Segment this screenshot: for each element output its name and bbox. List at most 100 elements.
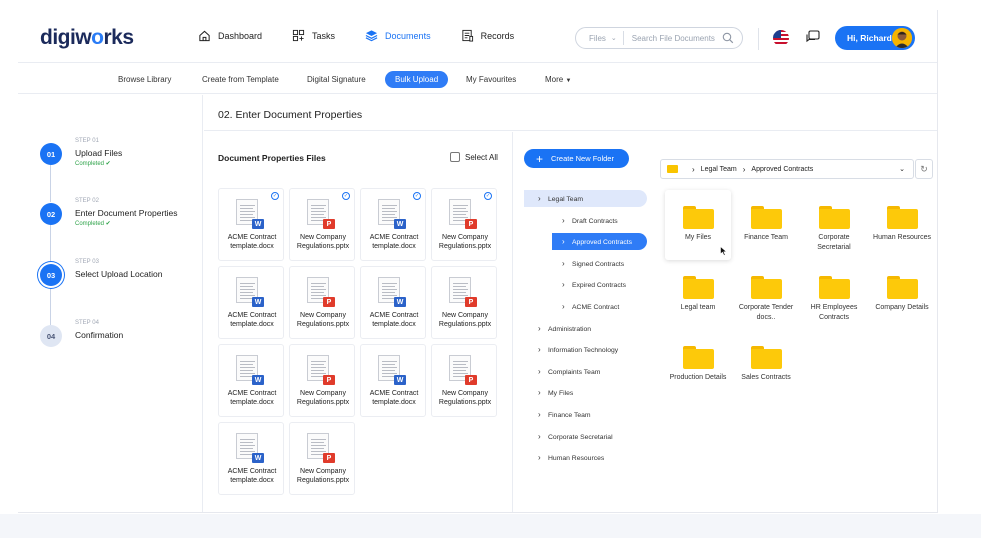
folder-tile[interactable]: Corporate Secretarial bbox=[801, 190, 867, 260]
tree-item[interactable]: › Draft Contracts bbox=[552, 212, 647, 229]
tree-item[interactable]: › Information Technology bbox=[524, 341, 647, 358]
check-circle-icon[interactable]: ✓ bbox=[342, 192, 350, 200]
word-icon: W bbox=[252, 453, 264, 463]
file-name: ACME Contract template.docx bbox=[369, 312, 419, 328]
folder-icon bbox=[683, 346, 714, 369]
chevron-right-icon: › bbox=[538, 431, 541, 441]
step-label: STEP 04 bbox=[75, 320, 99, 326]
folder-icon bbox=[887, 276, 918, 299]
file-name: New Company Regulations.pptx bbox=[438, 234, 492, 250]
tab-digital-signature[interactable]: Digital Signature bbox=[307, 71, 366, 88]
word-icon: W bbox=[252, 219, 264, 229]
powerpoint-icon: P bbox=[323, 375, 335, 385]
tab-browse-library[interactable]: Browse Library bbox=[118, 71, 171, 88]
tree-item[interactable]: › Complaints Team bbox=[524, 363, 647, 380]
page-title: 02. Enter Document Properties bbox=[218, 109, 363, 121]
folder-tile[interactable]: Finance Team bbox=[733, 190, 799, 260]
main-nav: Dashboard Tasks Documents Records bbox=[198, 29, 544, 42]
folder-icon bbox=[887, 206, 918, 229]
folder-tile[interactable]: Sales Contracts bbox=[733, 330, 799, 400]
file-name: ACME Contract template.docx bbox=[369, 234, 419, 250]
step-label: STEP 03 bbox=[75, 259, 99, 265]
layers-icon bbox=[365, 30, 378, 42]
file-card[interactable]: W ACME Contract template.docx bbox=[218, 266, 284, 339]
tree-item[interactable]: › My Files bbox=[524, 384, 647, 401]
breadcrumb-item[interactable]: Approved Contracts bbox=[751, 166, 813, 173]
file-card[interactable]: W ACME Contract template.docx bbox=[360, 344, 426, 417]
folder-tree: + Create New Folder › Legal Team › Draft Con… bbox=[514, 132, 647, 512]
tab-bulk-upload[interactable]: Bulk Upload bbox=[385, 71, 449, 88]
us-flag-icon[interactable] bbox=[773, 30, 789, 46]
step-connector bbox=[50, 224, 51, 264]
file-card[interactable]: P New Company Regulations.pptx bbox=[289, 344, 355, 417]
nav-tasks[interactable]: Tasks bbox=[292, 29, 335, 42]
folder-tile[interactable]: Production Details bbox=[665, 330, 731, 400]
breadcrumb-item[interactable]: Legal Team bbox=[701, 166, 737, 173]
powerpoint-icon: P bbox=[465, 297, 477, 307]
tree-item[interactable]: › Finance Team bbox=[524, 406, 647, 423]
file-card[interactable]: P ✓ New Company Regulations.pptx bbox=[431, 188, 497, 261]
check-circle-icon[interactable]: ✓ bbox=[484, 192, 492, 200]
folder-name: Human Resources bbox=[873, 234, 931, 241]
folder-tile[interactable]: Legal team bbox=[665, 260, 731, 330]
check-circle-icon[interactable]: ✓ bbox=[413, 192, 421, 200]
divider bbox=[758, 28, 759, 50]
tree-item[interactable]: › Corporate Secretarial bbox=[524, 428, 647, 445]
tab-create-from-template[interactable]: Create from Template bbox=[202, 71, 279, 88]
search-icon[interactable] bbox=[722, 32, 734, 44]
step-connector bbox=[50, 286, 51, 325]
nav-documents[interactable]: Documents bbox=[365, 29, 431, 42]
powerpoint-icon: P bbox=[465, 375, 477, 385]
file-card[interactable]: P New Company Regulations.pptx bbox=[431, 344, 497, 417]
folder-icon bbox=[819, 276, 850, 299]
refresh-button[interactable]: ↻ bbox=[915, 159, 933, 179]
file-card[interactable]: W ACME Contract template.docx bbox=[218, 422, 284, 495]
checkbox[interactable] bbox=[450, 152, 460, 162]
folder-name: My Files bbox=[684, 234, 712, 241]
nav-dashboard[interactable]: Dashboard bbox=[198, 29, 262, 42]
file-card[interactable]: W ✓ ACME Contract template.docx bbox=[218, 188, 284, 261]
folder-tile[interactable]: Company Details bbox=[869, 260, 935, 330]
file-name: New Company Regulations.pptx bbox=[438, 312, 492, 328]
word-icon: W bbox=[252, 297, 264, 307]
file-type-select[interactable]: Files ⌄ bbox=[576, 31, 624, 45]
folder-tile[interactable]: Corporate Tender docs.. bbox=[733, 260, 799, 330]
tree-item[interactable]: › Administration bbox=[524, 320, 647, 337]
page-footer-bg bbox=[0, 514, 981, 538]
records-icon bbox=[461, 29, 473, 42]
nav-records[interactable]: Records bbox=[461, 29, 514, 42]
tree-item[interactable]: › Signed Contracts bbox=[552, 255, 647, 272]
file-card[interactable]: P New Company Regulations.pptx bbox=[431, 266, 497, 339]
user-menu-button[interactable]: Hi, Richard bbox=[835, 26, 915, 50]
check-circle-icon[interactable]: ✓ bbox=[271, 192, 279, 200]
file-card[interactable]: W ACME Contract template.docx bbox=[360, 266, 426, 339]
tab-my-favourites[interactable]: My Favourites bbox=[466, 71, 516, 88]
tree-item[interactable]: › Approved Contracts bbox=[552, 233, 647, 251]
location-breadcrumb[interactable]: › Legal Team › Approved Contracts ⌄ bbox=[660, 159, 914, 179]
select-all-checkbox[interactable]: Select All bbox=[450, 152, 498, 162]
top-nav: digiworks Dashboard Tasks Documents Reco… bbox=[18, 10, 937, 63]
step-label: STEP 02 bbox=[75, 198, 99, 204]
logo[interactable]: digiworks bbox=[40, 26, 134, 50]
file-card[interactable]: P New Company Regulations.pptx bbox=[289, 422, 355, 495]
file-card[interactable]: P New Company Regulations.pptx bbox=[289, 266, 355, 339]
chevron-right-icon: › bbox=[538, 194, 541, 203]
tree-item[interactable]: › ACME Contract bbox=[552, 298, 647, 315]
folder-tile[interactable]: HR Employees Contracts bbox=[801, 260, 867, 330]
tree-item[interactable]: › Expired Contracts bbox=[552, 276, 647, 293]
chevron-right-icon: › bbox=[538, 410, 541, 419]
tree-item[interactable]: › Human Resources bbox=[524, 449, 647, 466]
chevron-right-icon: › bbox=[742, 164, 746, 174]
file-name: New Company Regulations.pptx bbox=[296, 390, 350, 406]
create-new-folder-button[interactable]: + Create New Folder bbox=[524, 149, 629, 168]
tab-more[interactable]: More ▼ bbox=[545, 71, 571, 88]
tree-item[interactable]: › Legal Team bbox=[524, 190, 647, 207]
step-number: 02 bbox=[40, 203, 62, 225]
chat-icon[interactable] bbox=[805, 29, 821, 45]
file-card[interactable]: W ✓ ACME Contract template.docx bbox=[360, 188, 426, 261]
search-input[interactable]: Search File Documents bbox=[624, 34, 722, 43]
folder-tile[interactable]: Human Resources bbox=[869, 190, 935, 260]
chevron-down-icon[interactable]: ⌄ bbox=[899, 165, 905, 173]
file-card[interactable]: P ✓ New Company Regulations.pptx bbox=[289, 188, 355, 261]
file-card[interactable]: W ACME Contract template.docx bbox=[218, 344, 284, 417]
